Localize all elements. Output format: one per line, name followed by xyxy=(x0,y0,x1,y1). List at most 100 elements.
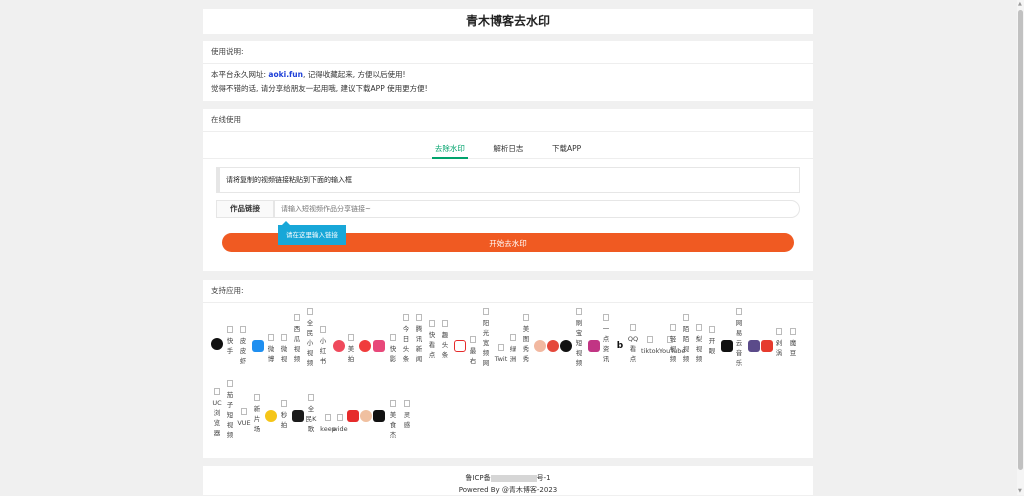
broken-image-icon xyxy=(320,326,326,333)
app-label: 微视 xyxy=(280,345,288,363)
app-item: UC浏览器 xyxy=(211,388,223,438)
app-label: 美图秀秀 xyxy=(522,325,530,363)
tab-parse-log[interactable]: 解析日志 xyxy=(490,141,526,157)
input-tooltip: 请在这里输入链接 xyxy=(278,221,346,245)
broken-image-icon xyxy=(523,314,529,321)
broken-image-icon xyxy=(603,314,609,321)
tab-remove-watermark[interactable]: 去除水印 xyxy=(431,141,468,159)
app-label: 梨视频 xyxy=(695,335,703,363)
app-item: 剁涡 xyxy=(773,328,785,358)
title-card: 青木博客去水印 xyxy=(203,9,813,34)
kwai-icon xyxy=(748,340,760,352)
app-item: 皮皮虾 xyxy=(237,326,249,366)
app-label: 刷宝短视频 xyxy=(575,319,583,367)
app-item: 一点资讯 xyxy=(600,314,612,364)
broken-image-icon xyxy=(696,324,702,331)
broken-image-icon xyxy=(670,324,676,331)
broken-image-icon xyxy=(647,336,653,343)
app-item: 刷宝短视频 xyxy=(573,308,585,368)
app-item: QQ看点 xyxy=(627,324,639,364)
scroll-down-icon[interactable]: ▼ xyxy=(1018,488,1022,494)
app-item: 西瓜视频 xyxy=(291,314,303,364)
app-item: 陌陌视频 xyxy=(680,314,692,364)
app-label: 西瓜视频 xyxy=(293,325,301,363)
scrollbar-thumb[interactable] xyxy=(1018,10,1023,470)
broken-image-icon xyxy=(254,394,260,401)
icp-line: 鲁ICP备 号-1 xyxy=(203,472,813,484)
broken-image-icon xyxy=(307,308,313,315)
app-label: QQ看点 xyxy=(627,335,639,363)
app-item: 今日头条 xyxy=(400,314,412,364)
app-item: 全民K歌 xyxy=(305,394,317,434)
broken-image-icon xyxy=(308,394,314,401)
app-item: 美拍 xyxy=(345,334,357,364)
app-label: 阳光宽频网 xyxy=(482,319,490,367)
app-label: 快手 xyxy=(226,337,234,355)
app-label: VUE xyxy=(237,419,251,427)
broken-image-icon xyxy=(348,334,354,341)
app-label: 全民小视频 xyxy=(306,319,314,367)
broken-image-icon xyxy=(630,324,636,331)
app-label: 最右 xyxy=(469,347,477,365)
app-label: 陌陌视频 xyxy=(682,325,690,363)
app-item: tiktok xyxy=(641,336,659,356)
broken-image-icon xyxy=(241,408,247,415)
app-item: 开眼 xyxy=(706,326,718,356)
pipixia-icon xyxy=(360,410,372,422)
app-label: 秒拍 xyxy=(280,411,288,429)
app-item: 茄子短视频 xyxy=(224,380,236,440)
app-item: VUE xyxy=(237,408,251,428)
miaopai-icon xyxy=(265,410,277,422)
app-label: UC浏览器 xyxy=(212,399,222,437)
app-item: 美图秀秀 xyxy=(520,314,532,364)
douyin-small-icon xyxy=(373,410,385,422)
pipixia-icon xyxy=(534,340,546,352)
footer: 鲁ICP备 号-1 Powered By @青木博客-2023 xyxy=(203,466,813,496)
app-label: 剁涡 xyxy=(775,339,783,357)
app-label: 新片场 xyxy=(253,405,261,433)
broken-image-icon xyxy=(281,400,287,407)
online-card: 在线使用 去除水印 解析日志 下载APP 请将复制的视频链接粘贴到下面的输入框 … xyxy=(203,109,813,271)
app-item: 最右 xyxy=(467,336,479,366)
app-item: 绿洲 xyxy=(507,334,519,364)
broken-image-icon xyxy=(294,314,300,321)
capcut-icon xyxy=(721,340,733,352)
app-item: 全民小视频 xyxy=(304,308,316,368)
app-item: 阳光宽频网 xyxy=(480,308,492,368)
site-url-link[interactable]: aoki.fun xyxy=(268,70,303,79)
icp-number-redacted xyxy=(490,474,537,482)
app-item: 趣头条 xyxy=(439,320,451,360)
app-item: 小红书 xyxy=(317,326,329,366)
instructions-body: 本平台永久网址: aoki.fun, 记得收藏起来, 方便以后使用! 觉得不错的… xyxy=(203,64,813,100)
bilibili-icon: b xyxy=(614,340,626,352)
app-label: 全民K歌 xyxy=(305,405,317,433)
kuaishou-orange-icon xyxy=(359,340,371,352)
broken-image-icon xyxy=(483,308,489,315)
app-label: 轻视频 xyxy=(669,335,677,363)
broken-image-icon xyxy=(268,334,274,341)
footer-card: 鲁ICP备 号-1 Powered By @青木博客-2023 xyxy=(203,466,813,495)
link-input-label: 作品链接 xyxy=(216,200,274,218)
paste-notice: 请将复制的视频链接粘贴到下面的输入框 xyxy=(216,167,800,193)
broken-image-icon xyxy=(683,314,689,321)
broken-image-icon xyxy=(240,326,246,333)
xiaohongshu-icon xyxy=(761,340,773,352)
scroll-up-icon[interactable]: ▲ xyxy=(1018,1,1022,7)
tab-download-app[interactable]: 下载APP xyxy=(549,141,584,157)
page-scrollbar[interactable]: ▲ ▼ xyxy=(1017,0,1024,495)
broken-image-icon xyxy=(416,314,422,321)
app-label: 开眼 xyxy=(708,337,716,355)
line1-prefix: 本平台永久网址: xyxy=(211,70,269,79)
broken-image-icon xyxy=(736,308,742,315)
broken-image-icon xyxy=(470,336,476,343)
link-input-row: 作品链接 xyxy=(216,200,800,218)
broken-image-icon xyxy=(227,326,233,333)
broken-image-icon xyxy=(429,320,435,327)
online-heading: 在线使用 xyxy=(203,109,813,132)
link-input[interactable] xyxy=(274,200,800,218)
app-item: 轻视频 xyxy=(667,324,679,364)
yidian-icon xyxy=(347,410,359,422)
app-item: 微视 xyxy=(278,334,290,364)
app-label: 灵感 xyxy=(403,411,411,429)
douyin-dark-icon xyxy=(292,410,304,422)
